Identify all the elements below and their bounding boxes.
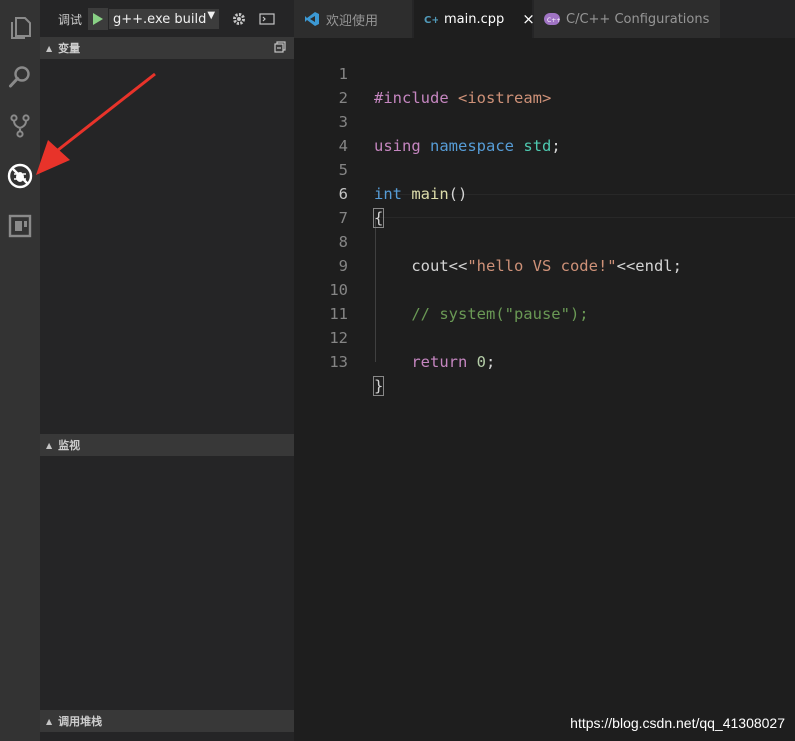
semicolon: ; <box>486 353 496 371</box>
debug-console-button[interactable] <box>257 9 277 29</box>
source-control-icon[interactable] <box>0 104 40 148</box>
configuration-label: g++.exe build <box>113 11 207 27</box>
code-line: 11 <box>294 278 795 323</box>
activity-bar <box>0 0 40 741</box>
code-line: 8 cout<<"hello VS code!"<<endl; <box>294 206 795 275</box>
explorer-icon[interactable] <box>0 6 40 50</box>
tab-label: main.cpp <box>444 11 505 27</box>
close-icon[interactable]: × <box>522 10 535 28</box>
code-line: 4 <box>294 110 795 155</box>
tab-main-cpp[interactable]: C+ main.cpp × <box>414 0 535 38</box>
code-line: 2 <box>294 62 795 107</box>
debug-title: 调试 <box>58 12 83 27</box>
caret-down-icon: ▲ <box>46 43 53 53</box>
tab-label: 欢迎使用 <box>326 13 379 29</box>
code-line: 3 using namespace std; <box>294 86 795 155</box>
start-debugging-button[interactable] <box>88 8 109 30</box>
debug-configuration-select[interactable]: g++.exe build ▼ <box>109 9 220 29</box>
collapse-all-icon[interactable] <box>274 41 286 53</box>
play-icon <box>93 13 104 25</box>
open-launch-json-button[interactable] <box>229 9 249 29</box>
code-line: 6 { <box>294 158 795 228</box>
debug-sidebar: 调试 g++.exe build ▼ ▲ 变量 ▲ 监视 ▲ 调用堆栈 <box>40 0 294 741</box>
editor-tab-bar: 欢迎使用 C+ main.cpp × C++ C/C++ Configurati… <box>294 0 795 38</box>
code-line: 9 <box>294 230 795 275</box>
code-line: 13 } <box>294 326 795 396</box>
extensions-icon[interactable] <box>0 204 40 248</box>
debug-toolbar: 调试 g++.exe build ▼ <box>40 0 294 38</box>
tab-cpp-configurations[interactable]: C++ C/C++ Configurations <box>534 0 720 38</box>
cpp-config-icon: C++ <box>544 13 560 25</box>
code-line: 10 // system("pause"); <box>294 254 795 323</box>
code-editor[interactable]: 1 #include <iostream> 2 3 using namespac… <box>294 38 795 741</box>
variables-section-header[interactable]: ▲ 变量 <box>40 37 294 59</box>
debug-icon[interactable] <box>0 154 40 198</box>
terminal-icon <box>259 13 275 25</box>
code-line: 5 int main() <box>294 134 795 203</box>
svg-text:C+: C+ <box>424 15 438 26</box>
chevron-down-icon: ▼ <box>207 10 216 21</box>
gear-icon <box>233 13 246 25</box>
svg-text:C++: C++ <box>547 17 560 24</box>
tab-welcome[interactable]: 欢迎使用 <box>294 0 412 38</box>
code-line: 12 return 0; <box>294 302 795 371</box>
watermark: https://blog.csdn.net/qq_41308027 <box>570 715 785 731</box>
caret-down-icon: ▲ <box>46 716 53 726</box>
tab-label: C/C++ Configurations <box>566 11 710 27</box>
watch-title: 监视 <box>58 439 81 452</box>
return-keyword: return <box>411 353 468 371</box>
code-line: 1 #include <iostream> <box>294 38 795 107</box>
number-literal: 0 <box>476 353 487 371</box>
vscode-icon <box>304 11 320 27</box>
call-stack-section-header[interactable]: ▲ 调用堆栈 <box>40 710 294 732</box>
call-stack-title: 调用堆栈 <box>58 715 103 728</box>
caret-down-icon: ▲ <box>46 440 53 450</box>
line-number: 13 <box>329 353 348 371</box>
close-brace: } <box>372 376 385 396</box>
variables-title: 变量 <box>58 42 81 55</box>
code-line: 7 <box>294 182 795 227</box>
search-icon[interactable] <box>0 55 40 99</box>
cpp-icon: C+ <box>424 12 438 26</box>
watch-section-header[interactable]: ▲ 监视 <box>40 434 294 456</box>
